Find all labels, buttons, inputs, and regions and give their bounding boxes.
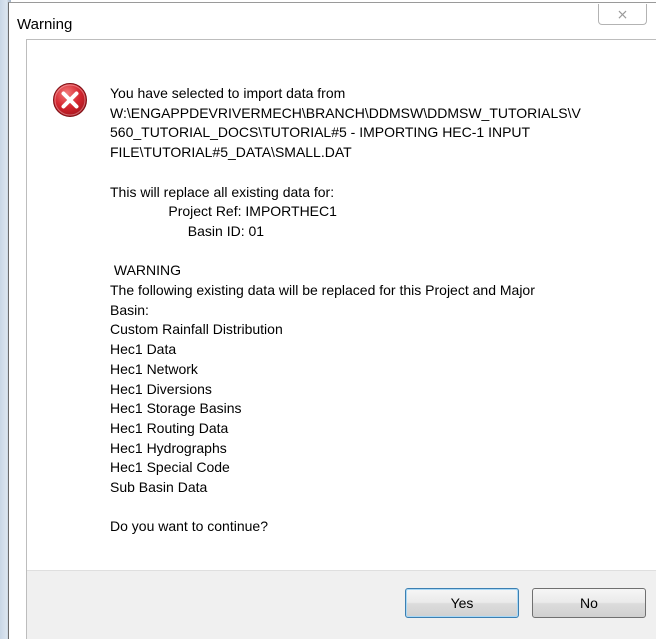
- message-line: Hec1 Diversions: [110, 380, 212, 397]
- message-line: [110, 163, 630, 183]
- warning-message: You have selected to import data from W:\…: [110, 84, 630, 537]
- message-line: Hec1 Storage Basins: [110, 400, 242, 417]
- message-line: Basin:: [110, 301, 149, 318]
- yes-button[interactable]: Yes: [405, 588, 519, 618]
- message-line: [110, 242, 630, 262]
- close-icon: ⨯: [616, 5, 629, 22]
- close-button[interactable]: ⨯: [598, 4, 647, 25]
- no-button[interactable]: No: [532, 588, 646, 618]
- message-line: Project Ref: IMPORTHEC1: [110, 203, 337, 220]
- message-line: Hec1 Network: [110, 360, 198, 377]
- message-line: WARNING: [110, 262, 182, 279]
- error-icon: [53, 83, 87, 117]
- message-line: Hec1 Hydrographs: [110, 439, 227, 456]
- message-line: This will replace all existing data for:: [110, 183, 335, 200]
- message-line: [110, 498, 630, 518]
- message-line: W:\ENGAPPDEVRIVERMECH\BRANCH\DDMSW\DDMSW…: [110, 104, 581, 121]
- message-line: Basin ID: 01: [110, 222, 265, 239]
- message-line: FILE\TUTORIAL#5_DATA\SMALL.DAT: [110, 144, 352, 161]
- message-line: Hec1 Routing Data: [110, 419, 229, 436]
- message-line: 560_TUTORIAL_DOCS\TUTORIAL#5 - IMPORTING…: [110, 124, 531, 141]
- message-line: The following existing data will be repl…: [110, 282, 535, 298]
- message-line: You have selected to import data from: [110, 85, 346, 101]
- message-line: Sub Basin Data: [110, 479, 208, 496]
- message-line: Hec1 Special Code: [110, 459, 230, 476]
- dialog-title: Warning: [17, 16, 73, 33]
- title-bar[interactable]: Warning ⨯: [9, 3, 656, 41]
- message-line: Do you want to continue?: [110, 518, 268, 535]
- message-line: Hec1 Data: [110, 341, 177, 358]
- message-line: Custom Rainfall Distribution: [110, 321, 283, 338]
